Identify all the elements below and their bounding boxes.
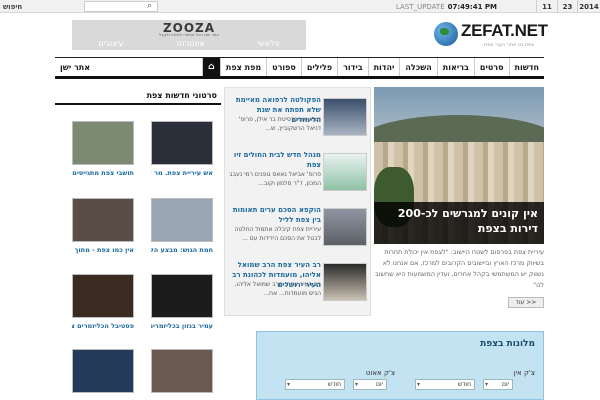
video-thumbnail[interactable] xyxy=(151,274,213,318)
main-nav: חדשות סרטים בריאות השכלה יהדות בידור פלי… xyxy=(55,57,544,79)
news-body: נשיא אוניברסיטת בר אילן, פרופ' דניאל הרש… xyxy=(238,116,321,132)
video-thumbnail[interactable] xyxy=(72,349,134,393)
nav-item-news[interactable]: חדשות xyxy=(508,58,544,76)
video-thumbnail[interactable] xyxy=(72,121,134,165)
date-year: 2014 xyxy=(577,0,600,13)
video-thumbnail[interactable] xyxy=(151,198,213,242)
checkout-label: צ'ק אאוט xyxy=(365,369,395,377)
video-caption[interactable]: אין כמו צפת - מתוך התוכנית... xyxy=(72,246,134,255)
top-bar: חיפוש ⌕ LAST_UPDATE 07:49:41 PM 11 23 20… xyxy=(0,0,600,13)
video-caption[interactable]: תושבי צפת מתגייסים לשמור את... xyxy=(72,169,134,178)
ad-banner[interactable]: ZOOZA אתר שבו הכל אפשרי לשלוח ולקבל עיצו… xyxy=(72,20,306,50)
ad-item: עיצובים xyxy=(98,39,124,48)
globe-icon xyxy=(434,22,458,46)
news-body: פרופ' אביאל גאאס גופנים רמי נעבב המכון, … xyxy=(229,171,321,187)
nav-item-sports[interactable]: ספורט xyxy=(266,58,301,76)
checkout-day-select[interactable]: יום xyxy=(353,379,387,390)
news-body: עיריית צפת קיבלה אתמול החלטה לבטל את הסכ… xyxy=(234,226,321,242)
video-card[interactable]: עמיר בנזון בכליזמרים צפת 2013 xyxy=(151,274,213,331)
checkin-label: צ'ק אין xyxy=(513,369,535,377)
checkout-month-select[interactable]: חודש xyxy=(285,379,345,390)
nav-item-judaism[interactable]: יהדות xyxy=(367,58,400,76)
news-item[interactable]: הוקפא הסכם ערים תאומות בין צפת לליל עירי… xyxy=(225,202,372,256)
news-thumbnail[interactable] xyxy=(323,263,367,301)
ad-item: פלאשי xyxy=(257,39,280,48)
news-title[interactable]: הוקפא הסכם ערים תאומות בין צפת לליל xyxy=(227,205,321,225)
news-list: הפקולטה לרפואה מאיימת שלא תפתח את שנת הל… xyxy=(224,87,371,316)
video-card[interactable] xyxy=(151,349,213,393)
ad-tagline: אתר שבו הכל אפשרי לשלוח ולקבל xyxy=(158,32,220,37)
video-caption[interactable]: עמיר בנזון בכליזמרים צפת 2013 xyxy=(151,322,213,331)
nav-item-old-site[interactable]: אתר ישן xyxy=(55,58,95,76)
last-update-time: 07:49:41 PM xyxy=(447,2,497,11)
nav-item-map[interactable]: מפת צפת xyxy=(219,58,266,76)
video-card[interactable]: חמת הגוש: מבצע הקפה בצפת... xyxy=(151,198,213,255)
ad-item: אינטרנט xyxy=(176,39,205,48)
news-thumbnail[interactable] xyxy=(323,208,367,246)
home-icon[interactable]: ⌂ xyxy=(201,58,220,76)
featured-summary: עיריית צפת בפרסום לשטח היישוב: "לצפת אין… xyxy=(375,248,544,289)
nav-item-health[interactable]: בריאות xyxy=(436,58,474,76)
ad-items: עיצובים אינטרנט פלאשי xyxy=(72,39,306,48)
nav-item-movies[interactable]: סרטים xyxy=(473,58,509,76)
video-card[interactable]: פסטיבל הכליזמרים צפת 2013 xyxy=(72,274,134,331)
hotel-search: מלונות בצפת צ'ק אין צ'ק אאוט יום חודש יו… xyxy=(256,331,544,400)
site-name: ZEFAT.NET xyxy=(461,21,548,40)
video-caption[interactable]: חמת הגוש: מבצע הקפה בצפת... xyxy=(151,246,213,255)
search-icon[interactable]: ⌕ xyxy=(147,1,157,11)
videos-heading: סרטוני חדשות צפת xyxy=(55,91,221,105)
video-card[interactable] xyxy=(72,349,134,393)
read-more-button[interactable]: עוד >> xyxy=(508,297,544,308)
search-button-label: חיפוש xyxy=(3,2,23,11)
site-subtitle: צפת.נט אתר העיר צפת xyxy=(484,42,535,48)
news-item[interactable]: הפקולטה לרפואה מאיימת שלא תפתח את שנת הל… xyxy=(225,92,372,146)
checkin-month-select[interactable]: חודש xyxy=(415,379,475,390)
news-item[interactable]: מנהל חדש לבית החולים זיו צפת פרופ' אביאל… xyxy=(225,147,372,201)
checkin-day-select[interactable]: יום xyxy=(483,379,513,390)
video-thumbnail[interactable] xyxy=(72,274,134,318)
featured-caption[interactable]: אין קונים למגרשים לכ-200 דירות בצפת xyxy=(374,202,544,244)
site-logo[interactable]: ZEFAT.NET צפת.נט אתר העיר צפת xyxy=(434,20,594,52)
date-month: 23 xyxy=(557,0,577,13)
featured-story[interactable]: אין קונים למגרשים לכ-200 דירות בצפת xyxy=(374,87,544,244)
last-update: LAST_UPDATE 07:49:41 PM xyxy=(396,0,497,13)
nav-item-education[interactable]: השכלה xyxy=(399,58,436,76)
video-thumbnail[interactable] xyxy=(151,349,213,393)
video-caption[interactable]: פסטיבל הכליזמרים צפת 2013 xyxy=(72,322,134,331)
video-thumbnail[interactable] xyxy=(72,198,134,242)
news-thumbnail[interactable] xyxy=(323,98,367,136)
hotel-search-title: מלונות בצפת xyxy=(480,339,535,349)
news-thumbnail[interactable] xyxy=(323,153,367,191)
date-day: 11 xyxy=(536,0,557,13)
video-card[interactable]: אין כמו צפת - מתוך התוכנית... xyxy=(72,198,134,255)
video-caption[interactable]: אש עיריית צפת. מר אילן... xyxy=(151,169,213,178)
nav-item-entertainment[interactable]: בידור xyxy=(337,58,368,76)
video-thumbnail[interactable] xyxy=(151,121,213,165)
last-update-label: LAST_UPDATE xyxy=(396,2,445,11)
news-item[interactable]: רב העיר צפת הרב שמואל אליהו, מועמדות לכה… xyxy=(225,257,372,311)
search-button[interactable]: חיפוש xyxy=(0,0,80,13)
nav-item-crime[interactable]: פלילים xyxy=(300,58,337,76)
news-title[interactable]: מנהל חדש לבית החולים זיו צפת xyxy=(227,150,321,170)
news-body: רב העיר צפת, הרב שמואל אליהו, הגיש מועמד… xyxy=(234,281,321,297)
video-card[interactable]: אש עיריית צפת. מר אילן... xyxy=(151,121,213,178)
video-card[interactable]: תושבי צפת מתגייסים לשמור את... xyxy=(72,121,134,178)
